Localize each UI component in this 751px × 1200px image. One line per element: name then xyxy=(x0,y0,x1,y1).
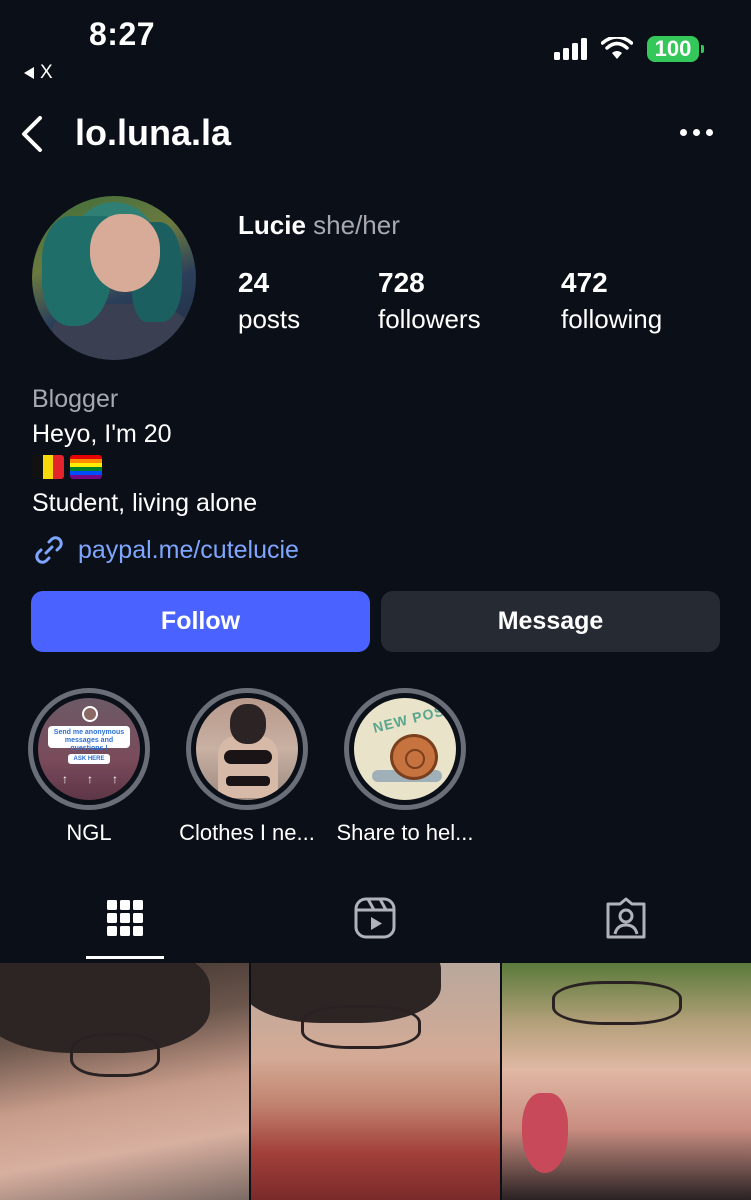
more-options-icon[interactable] xyxy=(680,125,714,139)
back-app-label: X xyxy=(40,62,53,83)
post-grid xyxy=(0,963,751,1200)
post-thumbnail[interactable] xyxy=(251,963,500,1200)
stat-following-value: 472 xyxy=(561,267,608,298)
stat-following[interactable]: 472 following xyxy=(561,265,662,337)
belgium-flag-icon xyxy=(32,455,64,479)
ngl-card-text: Send me anonymous messages and questions… xyxy=(48,726,130,752)
highlight-ring: Send me anonymous messages and questions… xyxy=(28,688,150,810)
profile-pronouns: she/her xyxy=(313,210,400,240)
highlight-ngl-cover: Send me anonymous messages and questions… xyxy=(38,698,140,800)
tab-reels[interactable] xyxy=(350,893,400,943)
post-thumbnail[interactable] xyxy=(0,963,249,1200)
follow-button[interactable]: Follow xyxy=(31,591,370,652)
stat-followers[interactable]: 728 followers xyxy=(378,265,481,337)
active-tab-indicator xyxy=(86,956,164,959)
battery-level: 100 xyxy=(654,36,692,61)
highlight-ring xyxy=(186,688,308,810)
highlight-label: NGL xyxy=(66,820,112,845)
stat-followers-label: followers xyxy=(378,304,481,334)
highlight-share-cover: NEW POST xyxy=(354,698,456,800)
highlight-clothes-cover xyxy=(196,698,298,800)
stat-posts-value: 24 xyxy=(238,267,270,298)
ngl-ask-text: ASK HERE xyxy=(68,754,110,764)
status-indicators: 100 xyxy=(554,36,704,62)
bio-line-2: Student, living alone xyxy=(32,489,258,517)
stat-posts-label: posts xyxy=(238,304,301,334)
tab-tagged[interactable] xyxy=(601,893,651,943)
stat-following-label: following xyxy=(561,304,663,334)
highlight-label: Share to hel... xyxy=(336,820,474,845)
link-icon xyxy=(35,536,63,564)
status-time: 8:27 xyxy=(89,16,156,52)
bio-link[interactable]: paypal.me/cutelucie xyxy=(32,533,299,567)
rainbow-flag-icon xyxy=(70,455,102,479)
stat-followers-value: 728 xyxy=(378,267,425,298)
new-post-badge: NEW POST xyxy=(371,700,456,736)
highlight-share[interactable]: NEW POST Share to hel... xyxy=(337,688,473,845)
cellular-signal-icon xyxy=(554,38,587,60)
stat-posts[interactable]: 24 posts xyxy=(238,265,300,337)
wifi-icon xyxy=(601,37,633,59)
bio-line-1: Heyo, I'm 20 xyxy=(32,420,172,448)
back-arrow-icon[interactable] xyxy=(18,114,48,154)
highlight-label: Clothes I ne... xyxy=(179,820,315,845)
tab-grid[interactable] xyxy=(100,893,150,943)
highlight-ring: NEW POST xyxy=(344,688,466,810)
grid-icon xyxy=(107,900,143,936)
message-button[interactable]: Message xyxy=(381,591,720,652)
profile-category: Blogger xyxy=(32,385,119,413)
back-to-app-link[interactable]: X xyxy=(24,62,53,84)
reels-icon xyxy=(354,897,396,939)
post-thumbnail[interactable] xyxy=(502,963,751,1200)
bio-link-text[interactable]: paypal.me/cutelucie xyxy=(78,536,299,565)
bio-flags xyxy=(32,455,102,479)
profile-username: lo.luna.la xyxy=(75,112,232,153)
tagged-icon xyxy=(606,897,646,939)
highlight-clothes[interactable]: Clothes I ne... xyxy=(179,688,315,845)
up-arrows-icon: ↑ ↑ ↑ xyxy=(62,772,118,786)
profile-fullname: Lucie she/her xyxy=(238,210,400,241)
profile-name: Lucie xyxy=(238,210,306,240)
highlight-ngl[interactable]: Send me anonymous messages and questions… xyxy=(27,688,151,845)
back-triangle-icon xyxy=(24,67,34,79)
snail-icon xyxy=(390,734,438,780)
profile-avatar[interactable] xyxy=(32,196,196,360)
battery-indicator: 100 xyxy=(647,36,704,62)
